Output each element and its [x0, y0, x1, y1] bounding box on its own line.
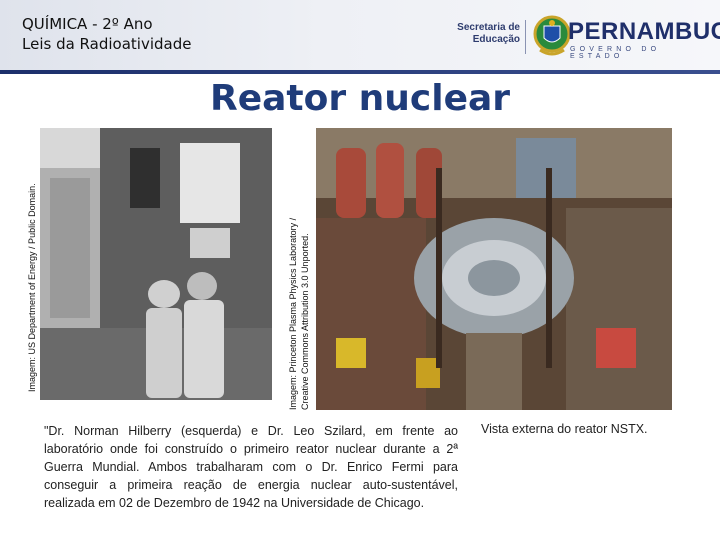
header-subject: QUÍMICA - 2º Ano [22, 15, 153, 33]
header-divider [0, 70, 720, 74]
scientists-photo [40, 128, 272, 400]
header-topic: Leis da Radioatividade [22, 35, 192, 53]
left-image-credit: Imagem: US Department of Energy / Public… [27, 183, 37, 392]
header-title: QUÍMICA - 2º Ano Leis da Radioatividade [22, 14, 191, 54]
state-name: PERNAMBUCO [568, 18, 720, 45]
state-subtitle: GOVERNO DO ESTADO [570, 46, 661, 60]
secretaria-line1: Secretaria de [457, 22, 520, 33]
government-logo: Secretaria de Educação PERNAMBUCO GOVERN… [450, 12, 720, 62]
secretaria-line2: Educação [472, 34, 520, 45]
secretaria-label: Secretaria de Educação [450, 22, 520, 46]
logo-divider [525, 20, 526, 54]
left-image-caption: "Dr. Norman Hilberry (esquerda) e Dr. Le… [44, 424, 458, 510]
right-image-caption: Vista externa do reator NSTX. [481, 422, 648, 436]
slide-header: QUÍMICA - 2º Ano Leis da Radioatividade … [0, 0, 720, 70]
nstx-reactor-photo [316, 128, 672, 410]
right-image-credit-line2: Creative Commons Attribution 3.0 Unporte… [300, 233, 310, 410]
coat-of-arms-icon [533, 15, 571, 56]
slide-title: Reator nuclear [209, 78, 511, 119]
right-image-credit-line1: Imagem: Princeton Plasma Physics Laborat… [288, 217, 298, 410]
